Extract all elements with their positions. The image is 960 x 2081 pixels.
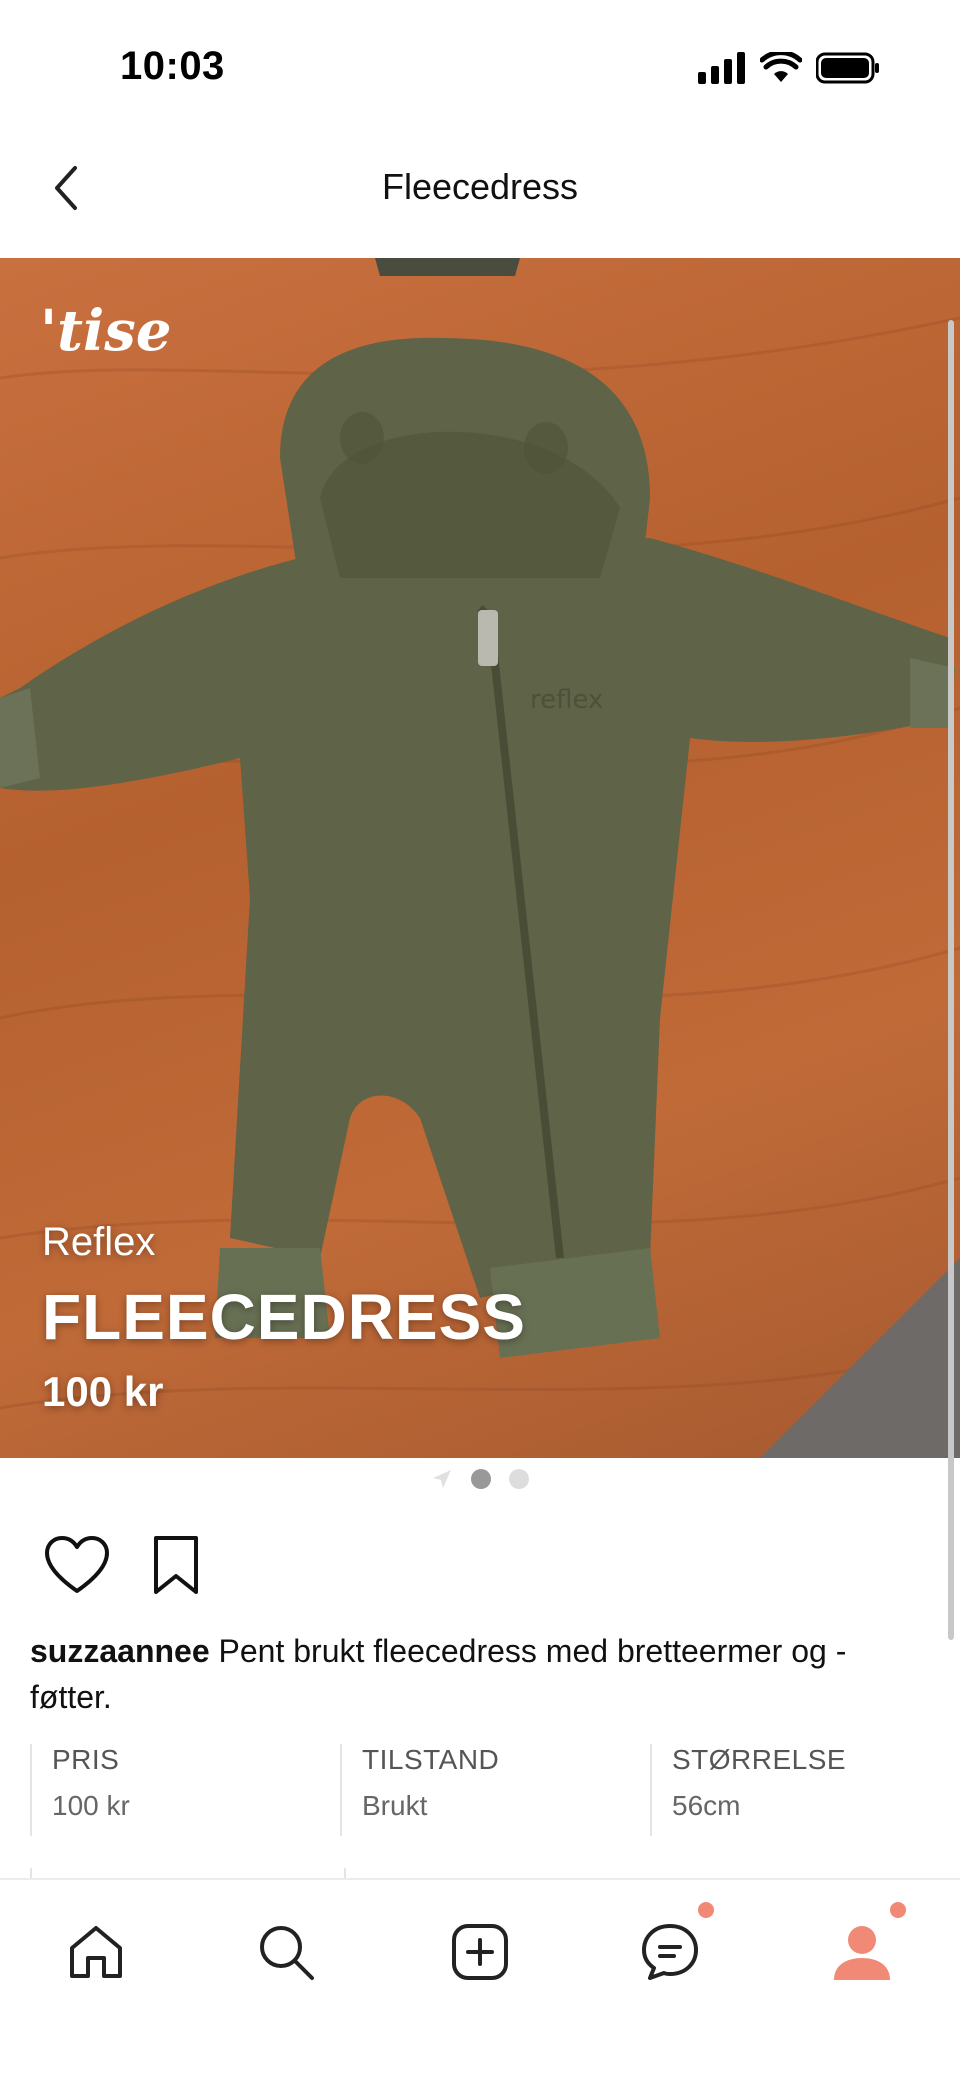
pager-dot[interactable] [509,1469,529,1489]
profile-icon [834,1926,890,1980]
battery-icon [816,52,879,84]
bottom-nav [0,1878,960,2081]
search-icon [260,1926,314,1980]
plus-icon [452,1924,508,1980]
listing-description: suzzaannee Pent brukt fleecedress med br… [30,1628,920,1720]
header: Fleecedress [0,130,960,258]
location-arrow-icon [433,1470,451,1488]
details-grid: PRIS 100 kr TILSTAND Brukt STØRRELSE 56c… [30,1744,960,1836]
save-button[interactable] [150,1534,202,1601]
detail-label: PRIS [52,1744,120,1775]
pager-dot-active[interactable] [471,1469,491,1489]
status-time: 10:03 [120,44,225,88]
status-bar: 10:03 [0,0,960,130]
detail-value: Brukt [362,1790,428,1821]
heart-icon [45,1536,109,1593]
nav-search[interactable] [238,1904,334,2000]
nav-add[interactable] [432,1904,528,2000]
screen: 10:03 Fleecedress reflex 'tise Reflex FL… [0,0,960,2081]
actions-row [44,1534,202,1601]
detail-price: PRIS 100 kr [30,1744,340,1836]
detail-condition: TILSTAND Brukt [340,1744,650,1836]
detail-label: STØRRELSE [672,1744,847,1775]
nav-messages[interactable] [622,1902,718,2000]
tise-logo: 'tise [40,298,172,364]
product-image: reflex [0,258,960,1458]
product-brand: Reflex [42,1220,156,1264]
bookmark-icon [154,1536,198,1594]
product-price: 100 kr [42,1368,164,1415]
home-icon [70,1926,122,1978]
page-title: Fleecedress [381,166,579,207]
product-photo[interactable]: reflex 'tise Reflex FLEECEDRESS 100 kr [0,258,960,1458]
notification-badge [698,1902,714,1918]
detail-value: 100 kr [52,1790,130,1821]
nav-profile[interactable] [814,1902,910,2000]
signal-icon [698,52,745,84]
like-button[interactable] [44,1535,110,1600]
detail-value: 56cm [672,1790,741,1821]
chat-icon [642,1924,698,1980]
svg-text:reflex: reflex [530,685,603,715]
wifi-icon [760,52,802,82]
detail-size: STØRRELSE 56cm [650,1744,960,1836]
detail-label: TILSTAND [362,1744,500,1775]
scrollbar[interactable] [948,320,954,1640]
seller-username[interactable]: suzzaannee [30,1633,210,1669]
status-icons [698,52,880,84]
notification-badge [890,1902,906,1918]
product-title: FLEECEDRESS [42,1281,526,1353]
nav-home[interactable] [48,1904,144,2000]
image-pager [0,1468,960,1490]
